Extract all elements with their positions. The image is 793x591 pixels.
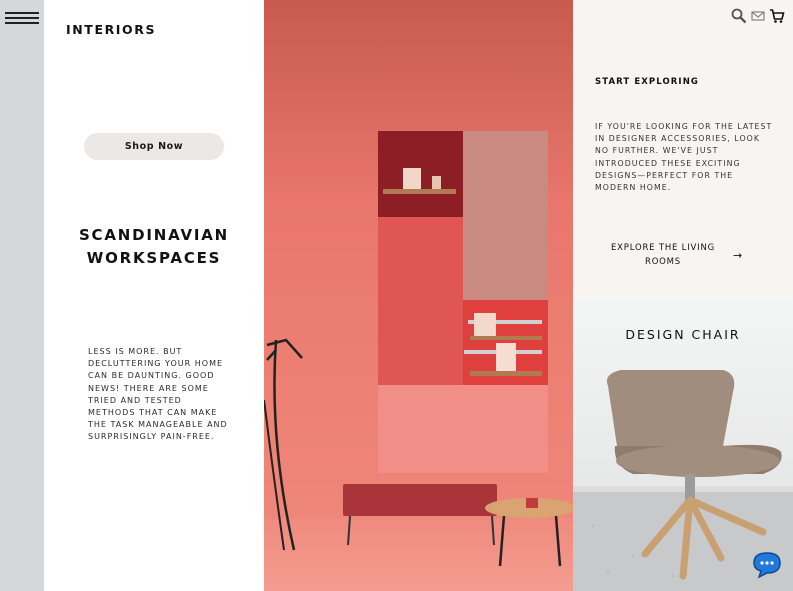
chat-icon[interactable] [750,550,784,585]
headline-line-1: SCANDINAVIAN [78,226,230,244]
menu-icon[interactable] [5,12,39,26]
link-label-line-1: EXPLORE THE LIVING [611,243,715,253]
arrow-right-icon: → [733,248,743,262]
hero-column: INTERIORS Shop Now SCANDINAVIAN WORKSPAC… [44,0,264,591]
header-actions [731,8,785,24]
side-rail [0,0,44,591]
search-icon[interactable] [731,8,747,24]
mail-icon[interactable] [751,10,765,22]
section-title: START EXPLORING [595,77,699,87]
hero-description: LESS IS MORE. BUT DECLUTTERING YOUR HOME… [88,347,228,442]
explore-living-rooms-link[interactable]: EXPLORE THE LIVING ROOMS → [603,241,753,269]
feature-title: DESIGN CHAIR [625,327,741,342]
hero-photo [264,0,573,591]
shop-now-button[interactable]: Shop Now [84,133,224,160]
link-label: EXPLORE THE LIVING ROOMS [603,241,723,269]
headline-line-2: WORKSPACES [86,249,222,267]
explore-panel: START EXPLORING IF YOU'RE LOOKING FOR TH… [573,0,793,296]
link-label-line-2: ROOMS [644,257,682,267]
cart-icon[interactable] [769,8,785,24]
section-description: IF YOU'RE LOOKING FOR THE LATEST IN DESI… [595,122,773,193]
brand-logo[interactable]: INTERIORS [66,22,156,37]
feature-card[interactable]: DESIGN CHAIR [573,296,793,591]
page-title: SCANDINAVIAN WORKSPACES [44,224,264,270]
